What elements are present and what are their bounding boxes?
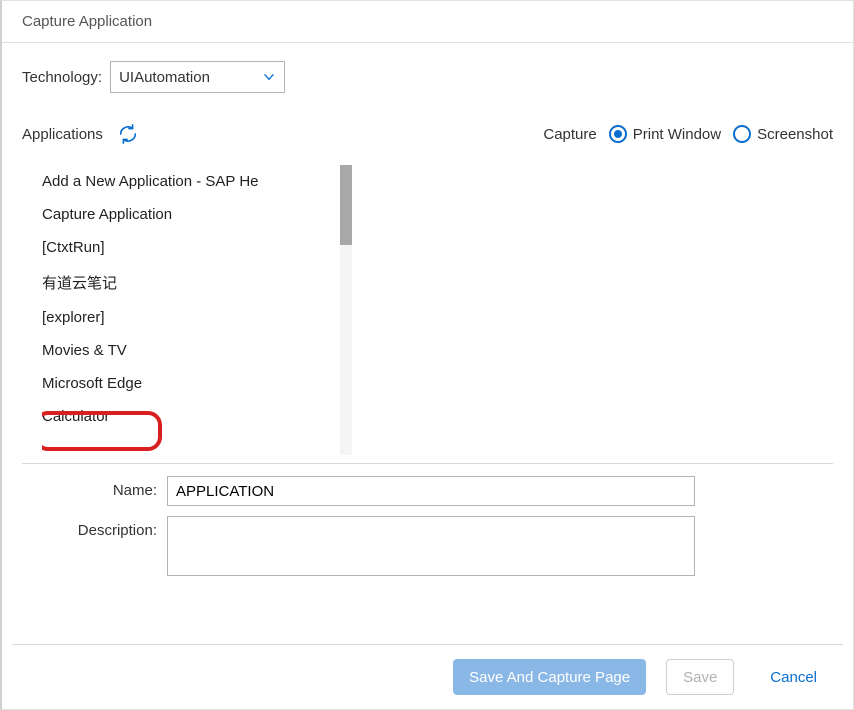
- list-item[interactable]: Add a New Application - SAP He: [42, 165, 338, 198]
- save-button[interactable]: Save: [666, 659, 734, 695]
- scrollbar-thumb[interactable]: [340, 165, 352, 245]
- dialog-content: Technology: UIAutomation Applications C: [2, 43, 853, 576]
- save-and-capture-button[interactable]: Save And Capture Page: [453, 659, 646, 695]
- radio-screenshot-label: Screenshot: [757, 126, 833, 143]
- applications-label: Applications: [22, 126, 103, 143]
- radio-screenshot[interactable]: Screenshot: [733, 125, 833, 143]
- list-item[interactable]: Capture Application: [42, 198, 338, 231]
- description-row: Description:: [22, 516, 833, 576]
- applications-row: Applications Capture Print Window Screen…: [22, 123, 833, 145]
- dialog-title: Capture Application: [22, 13, 152, 30]
- name-input[interactable]: [167, 476, 695, 506]
- chevron-down-icon: [262, 70, 276, 84]
- technology-select[interactable]: UIAutomation: [110, 61, 285, 93]
- divider: [22, 463, 833, 464]
- list-item[interactable]: 有道云笔记: [42, 264, 338, 301]
- description-input[interactable]: [167, 516, 695, 576]
- cancel-button[interactable]: Cancel: [754, 659, 833, 695]
- name-label: Name:: [22, 476, 167, 499]
- technology-row: Technology: UIAutomation: [22, 61, 833, 93]
- applications-list: Add a New Application - SAP He Capture A…: [42, 165, 352, 455]
- radio-print-window[interactable]: Print Window: [609, 125, 721, 143]
- name-row: Name:: [22, 476, 833, 506]
- capture-mode-group: Capture Print Window Screenshot: [543, 125, 833, 143]
- dialog-footer: Save And Capture Page Save Cancel: [12, 644, 843, 709]
- list-item[interactable]: [CtxtRun]: [42, 231, 338, 264]
- radio-icon-selected: [609, 125, 627, 143]
- list-item[interactable]: Calculator: [42, 400, 338, 433]
- refresh-icon[interactable]: [117, 123, 139, 145]
- dialog-title-bar: Capture Application: [2, 1, 853, 43]
- list-item[interactable]: Microsoft Edge: [42, 367, 338, 400]
- radio-print-label: Print Window: [633, 126, 721, 143]
- list-item[interactable]: [explorer]: [42, 301, 338, 334]
- description-label: Description:: [22, 516, 167, 539]
- technology-value: UIAutomation: [119, 69, 262, 86]
- applications-list-inner: Add a New Application - SAP He Capture A…: [42, 165, 338, 455]
- scrollbar-track[interactable]: [340, 165, 352, 455]
- list-item[interactable]: Movies & TV: [42, 334, 338, 367]
- capture-application-dialog: Capture Application Technology: UIAutoma…: [0, 0, 854, 710]
- applications-header: Applications: [22, 123, 139, 145]
- radio-icon-unselected: [733, 125, 751, 143]
- technology-label: Technology:: [22, 69, 102, 86]
- capture-label: Capture: [543, 126, 596, 143]
